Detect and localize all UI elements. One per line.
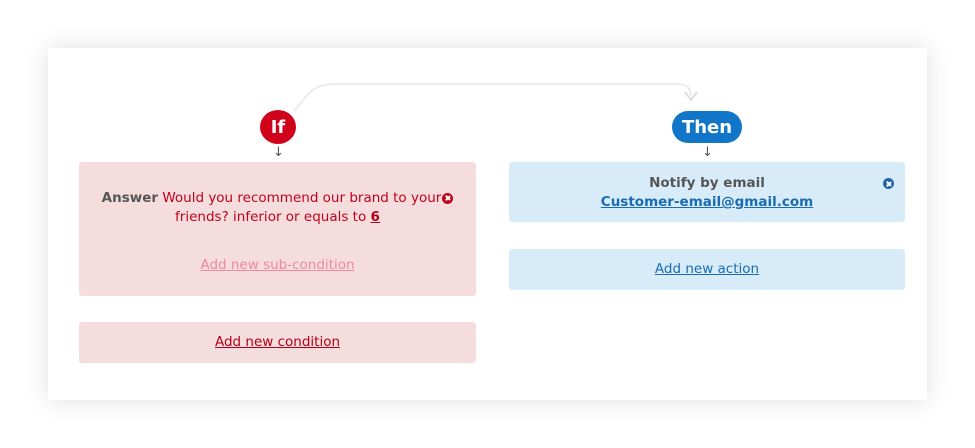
remove-icon[interactable] xyxy=(442,192,454,204)
connector-arrow-icon xyxy=(684,91,698,102)
if-badge-label: If xyxy=(270,116,286,138)
condition-question: Would you recommend our brand to your xyxy=(162,190,442,206)
condition-value[interactable]: 6 xyxy=(371,209,380,225)
add-action-box: Add new action xyxy=(509,249,905,290)
remove-icon[interactable] xyxy=(883,178,894,189)
action-email-link[interactable]: Customer-email@gmail.com xyxy=(509,193,905,212)
page-background: If ↓ Then ↓ Answer Would you recommend o… xyxy=(0,0,975,448)
rule-editor-card: If ↓ Then ↓ Answer Would you recommend o… xyxy=(48,48,927,400)
add-condition-link[interactable]: Add new condition xyxy=(215,334,340,350)
condition-text: Answer Would you recommend our brand to … xyxy=(79,189,476,227)
add-condition-box: Add new condition xyxy=(79,322,476,363)
arrow-down-icon: ↓ xyxy=(702,145,713,160)
action-title: Notify by email xyxy=(649,175,765,191)
condition-operator: friends? inferior or equals to xyxy=(175,209,367,225)
action-box: Notify by email Customer-email@gmail.com xyxy=(509,162,905,222)
then-badge: Then xyxy=(672,111,742,143)
if-badge: If xyxy=(260,110,296,144)
then-badge-label: Then xyxy=(681,116,733,138)
add-action-link[interactable]: Add new action xyxy=(655,261,759,277)
arrow-down-icon: ↓ xyxy=(273,145,284,160)
add-sub-condition-link[interactable]: Add new sub-condition xyxy=(79,257,476,273)
condition-box: Answer Would you recommend our brand to … xyxy=(79,162,476,296)
answer-label: Answer xyxy=(101,190,159,206)
